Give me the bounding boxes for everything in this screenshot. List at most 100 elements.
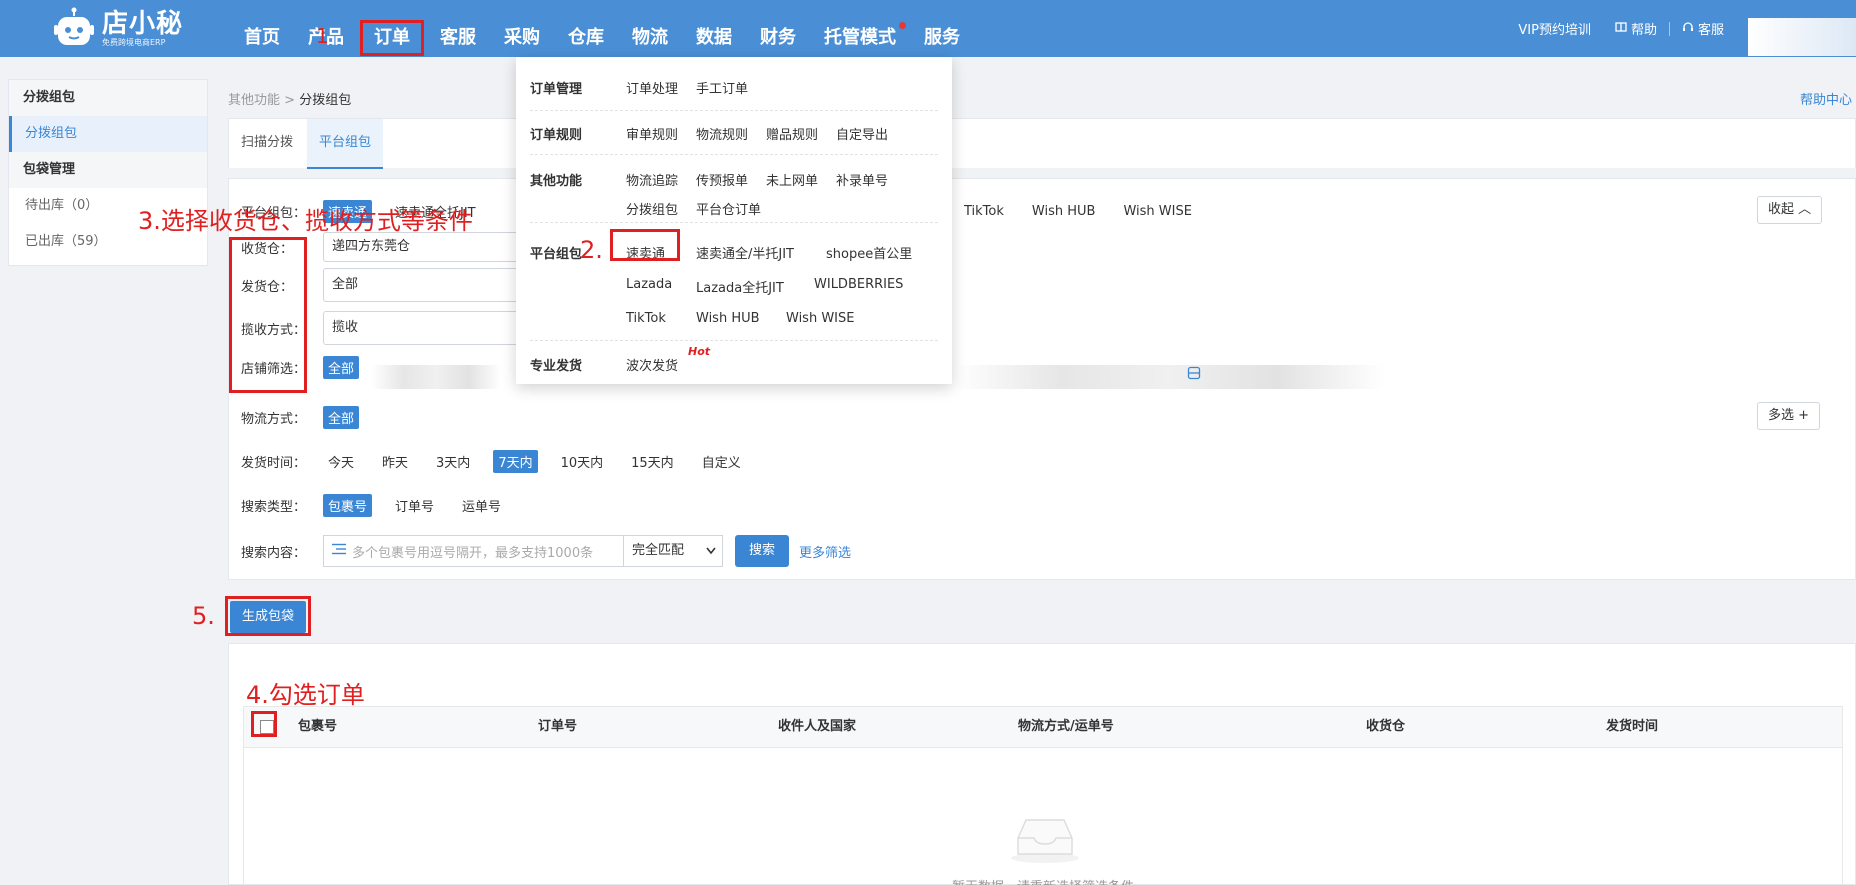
dd-link-review-rule[interactable]: 审单规则 [626,124,678,143]
time-today[interactable]: 今天 [323,450,359,473]
time-custom[interactable]: 自定义 [697,450,746,473]
platform-option-tiktok[interactable]: TikTok [959,202,1009,221]
user-account-area[interactable] [1748,18,1856,56]
dd-link-not-online[interactable]: 未上网单 [766,170,818,189]
dd-link-preload[interactable]: 传预报单 [696,170,748,189]
time-7days[interactable]: 7天内 [493,449,538,473]
chevron-down-icon [706,536,716,578]
expand-icon[interactable] [1187,366,1201,384]
time-3days[interactable]: 3天内 [431,450,475,473]
search-button[interactable]: 搜索 [735,535,790,567]
dd-link-platform-warehouse[interactable]: 平台仓订单 [696,199,761,218]
annotation-step5: 5. [192,602,215,630]
dd-link-wish-hub[interactable]: Wish HUB [696,311,760,326]
dd-link-reprint[interactable]: 补录单号 [836,170,888,189]
logo[interactable]: 店小秘 免费跨境电商ERP [52,6,183,52]
dd-link-order-process[interactable]: 订单处理 [626,78,678,97]
col-order-no: 订单号 [538,719,578,734]
more-filter-link[interactable]: 更多筛选 [799,542,851,561]
vip-training-link[interactable]: VIP预约培训 [1506,19,1603,38]
nav-hosting[interactable]: 托管模式 [810,0,910,57]
nav-warehouse[interactable]: 仓库 [554,0,618,57]
time-10days[interactable]: 10天内 [556,450,609,473]
pickup-method-select[interactable]: 揽收 [323,311,543,345]
dd-link-smt-jit[interactable]: 速卖通全/半托JIT [696,243,794,262]
receive-warehouse-select[interactable]: 递四方东莞仓 [323,232,543,262]
sidebar-item-fenbo[interactable]: 分拨组包 [9,116,207,152]
dd-title-order-rules: 订单规则 [530,128,583,143]
breadcrumb-parent[interactable]: 其他功能 [228,93,280,108]
type-waybill[interactable]: 运单号 [457,494,506,517]
nav-home[interactable]: 首页 [230,0,294,57]
dd-link-tiktok[interactable]: TikTok [626,311,666,326]
nav-services[interactable]: 服务 [910,0,974,57]
nav-order[interactable]: 订单 [360,20,424,56]
search-input[interactable]: 多个包裹号用逗号隔开，最多支持1000条 [323,535,623,567]
tab-scan-fenbo[interactable]: 扫描分拨 [229,119,305,169]
nav-data[interactable]: 数据 [682,0,746,57]
platform-option-wish-hub[interactable]: Wish HUB [1027,202,1101,221]
nav-logistics[interactable]: 物流 [618,0,682,57]
dd-section-other: 其他功能 物流追踪 传预报单 未上网单 补录单号 分拨组包 平台仓订单 [530,155,938,223]
ship-warehouse-select[interactable]: 全部 [323,268,543,302]
empty-inbox-icon [1010,814,1080,868]
dd-link-lazada[interactable]: Lazada [626,277,672,292]
ship-time-label: 发货时间： [241,455,307,471]
service-label: 客服 [1697,23,1724,38]
dd-title-order-mgmt: 订单管理 [530,82,583,97]
help-center-link[interactable]: 帮助中心 [1800,89,1852,108]
search-type-label: 搜索类型： [241,499,307,515]
dd-title-pro-ship: 专业发货 [530,359,583,374]
headset-icon [1682,21,1694,37]
dd-link-logistics-track[interactable]: 物流追踪 [626,170,678,189]
match-mode-select[interactable]: 完全匹配 [623,535,723,567]
annotation-step1: 1 [316,24,329,48]
notification-dot [899,22,906,29]
dd-link-shopee[interactable]: shopee首公里 [826,243,912,262]
nav-purchase[interactable]: 采购 [490,0,554,57]
main-nav: 首页 产品 订单 客服 采购 仓库 物流 数据 财务 托管模式 服务 [230,0,974,57]
multi-select-button[interactable]: 多选 + [1757,402,1821,430]
nav-finance[interactable]: 财务 [746,0,810,57]
shop-list-blurred-2 [953,365,1385,389]
breadcrumb: 其他功能 > 分拨组包 [228,89,351,108]
time-yesterday[interactable]: 昨天 [377,450,413,473]
dd-link-wildberries[interactable]: WILDBERRIES [814,277,903,292]
dd-link-logistics-rule[interactable]: 物流规则 [696,124,748,143]
brand-tagline: 免费跨境电商ERP [102,38,166,47]
shop-filter-all[interactable]: 全部 [323,355,360,379]
dd-link-manual-order[interactable]: 手工订单 [696,78,748,97]
tab-platform-pack[interactable]: 平台组包 [307,119,384,169]
col-logistics: 物流方式/运单号 [1018,719,1114,734]
package-table-panel: 包裹号 订单号 收件人及国家 物流方式/运单号 收货仓 发货时间 暂无数据，请重… [228,643,1856,885]
logistics-all[interactable]: 全部 [323,405,360,429]
dd-section-order-mgmt: 订单管理 订单处理 手工订单 [530,57,938,111]
time-15days[interactable]: 15天内 [626,450,679,473]
type-package[interactable]: 包裹号 [323,493,373,517]
logistics-label: 物流方式： [241,411,307,427]
shop-list-blurred [371,365,501,389]
collapse-button[interactable]: 收起 ︿ [1757,196,1823,224]
robot-logo-icon [52,7,96,51]
annotation-box-smt [610,229,680,261]
match-mode-value: 完全匹配 [632,543,685,558]
help-link[interactable]: 帮助 [1603,19,1669,38]
dd-link-lazada-jit[interactable]: Lazada全托JIT [696,277,784,296]
annotation-box-filters [229,237,307,393]
dd-link-gift-rule[interactable]: 赠品规则 [766,124,818,143]
search-content-row: 搜索内容： 多个包裹号用逗号隔开，最多支持1000条 完全匹配 搜索 更多筛选 [241,535,851,567]
type-order[interactable]: 订单号 [390,494,439,517]
logistics-row: 物流方式： 全部 [241,403,377,431]
dd-link-custom-export[interactable]: 自定导出 [836,124,888,143]
dd-link-fenbo[interactable]: 分拨组包 [626,199,678,218]
dd-section-order-rules: 订单规则 审单规则 物流规则 赠品规则 自定导出 [530,111,938,155]
search-content-label: 搜索内容： [241,545,307,561]
dd-link-wish-wise[interactable]: Wish WISE [786,311,854,326]
dd-link-wave-ship[interactable]: 波次发货 [626,355,678,374]
breadcrumb-sep: > [284,93,296,108]
nav-service[interactable]: 客服 [426,0,490,57]
customer-service-link[interactable]: 客服 [1670,19,1736,38]
brand-name: 店小秘 [102,9,184,39]
platform-option-wish-wise[interactable]: Wish WISE [1118,202,1196,221]
top-navbar: 店小秘 免费跨境电商ERP 首页 产品 订单 客服 采购 仓库 物流 数据 财务… [0,0,1856,57]
